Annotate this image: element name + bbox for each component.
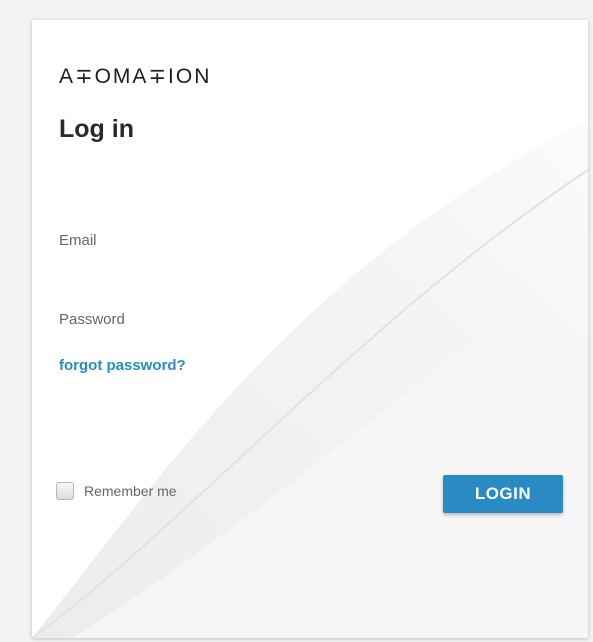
remember-me-toggle[interactable]: Remember me bbox=[56, 482, 177, 500]
forgot-password-link[interactable]: forgot password? bbox=[59, 357, 186, 374]
login-button[interactable]: LOGIN bbox=[443, 475, 563, 513]
brand-logo: A∓OMA∓ION bbox=[59, 65, 212, 88]
remember-me-checkbox[interactable] bbox=[56, 482, 74, 500]
login-card: A∓OMA∓ION Log in Email Password forgot p… bbox=[32, 20, 588, 638]
password-field[interactable] bbox=[59, 331, 565, 351]
email-field-label: Email bbox=[59, 232, 97, 249]
remember-me-label: Remember me bbox=[84, 483, 177, 499]
background-swoosh bbox=[32, 120, 588, 638]
email-field[interactable] bbox=[59, 252, 565, 272]
page-title: Log in bbox=[59, 115, 134, 143]
password-field-label: Password bbox=[59, 311, 125, 328]
